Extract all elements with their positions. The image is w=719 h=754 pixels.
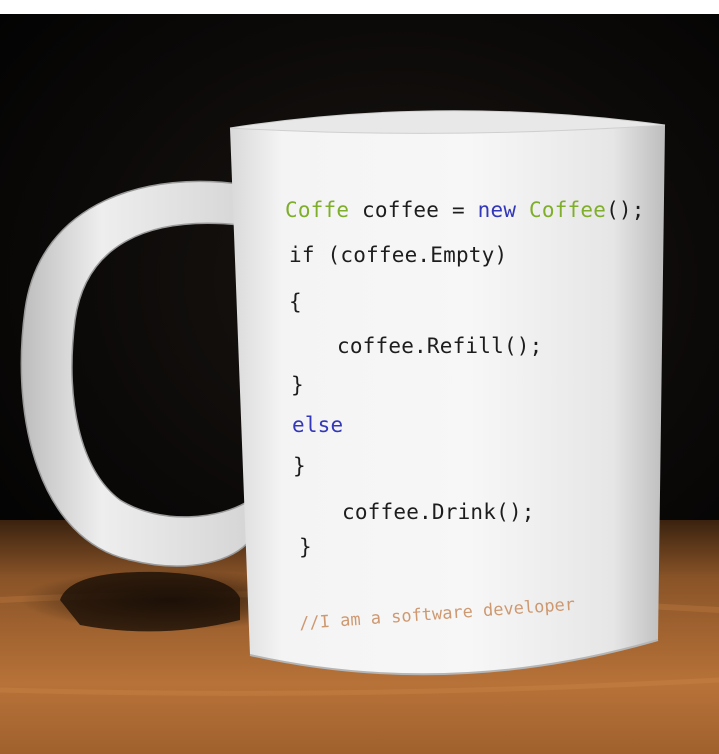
code-line: Coffe coffee = new Coffee(); xyxy=(285,198,645,222)
handle-shadow xyxy=(60,571,240,632)
code-line: } xyxy=(291,373,304,397)
scene-illustration xyxy=(0,0,719,754)
code-line: { xyxy=(289,290,302,314)
code-token-plain: coffee.Refill(); xyxy=(337,334,543,358)
photo-scene: Coffe coffee = new Coffee(); if (coffee.E… xyxy=(0,0,719,754)
code-token-type: Coffee xyxy=(529,198,607,222)
code-token-plain: (); xyxy=(606,198,645,222)
code-line: else xyxy=(292,413,343,437)
code-line: coffee.Refill(); xyxy=(337,334,543,358)
code-line: } xyxy=(293,454,306,478)
code-token-plain: coffee xyxy=(349,198,452,222)
code-line: } xyxy=(299,535,312,559)
code-token-plain: coffee.Drink(); xyxy=(342,500,535,524)
code-token-plain: } xyxy=(293,454,306,478)
top-border xyxy=(0,0,719,14)
code-token-plain: = xyxy=(451,198,465,222)
code-token-type: Coffe xyxy=(285,198,350,222)
code-token-plain: if (coffee.Empty) xyxy=(289,243,508,267)
code-line: if (coffee.Empty) xyxy=(289,243,507,267)
code-token-keyword: new xyxy=(477,198,517,222)
code-line: coffee.Drink(); xyxy=(342,500,535,524)
code-token-keyword: else xyxy=(292,413,344,437)
code-token-plain: } xyxy=(299,535,312,559)
code-token-plain: } xyxy=(291,373,304,397)
code-token-plain: { xyxy=(289,290,302,314)
